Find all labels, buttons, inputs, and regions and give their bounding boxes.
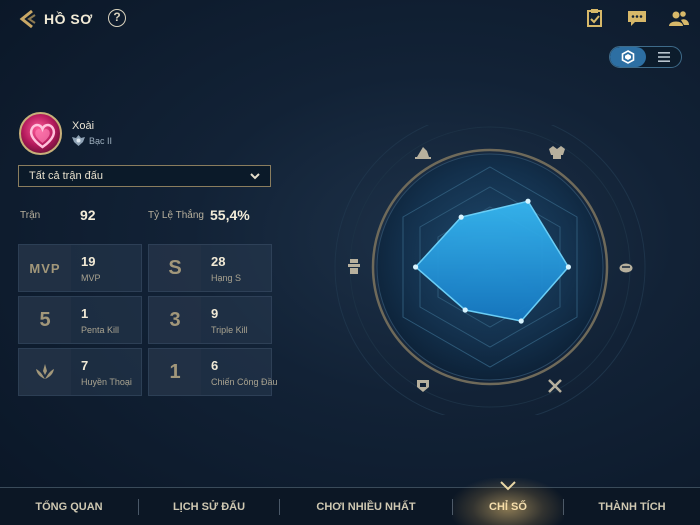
legendary-badge xyxy=(19,349,71,395)
tab-achievements[interactable]: THÀNH TÍCH xyxy=(564,488,700,525)
support-icon xyxy=(619,263,633,273)
hexagon-view-button[interactable] xyxy=(610,47,646,67)
list-view-button[interactable] xyxy=(646,47,681,67)
tile-label: Huyền Thoại xyxy=(81,377,132,387)
page-title: HỒ SƠ xyxy=(44,11,93,27)
stat-tile-legendary: 7 Huyền Thoại xyxy=(18,348,142,396)
tile-value: 1 xyxy=(81,306,89,321)
winrate-label: Tỷ Lệ Thắng xyxy=(148,210,204,221)
tile-label: MVP xyxy=(81,273,101,283)
tab-overview[interactable]: TỔNG QUAN xyxy=(0,488,138,525)
tile-value: 28 xyxy=(211,254,226,269)
tile-label: Chiến Công Đầu xyxy=(211,377,278,387)
tile-label: Triple Kill xyxy=(211,325,248,335)
radar-vertex-point xyxy=(565,264,571,270)
chevron-down-icon xyxy=(250,173,260,180)
s-rank-badge: S xyxy=(149,245,201,291)
player-rank: Bạc II xyxy=(72,135,112,146)
chat-icon[interactable] xyxy=(627,9,647,27)
checklist-icon[interactable] xyxy=(585,9,605,27)
list-view-icon xyxy=(658,52,670,62)
radar-vertex-point xyxy=(458,214,464,220)
matches-label: Trận xyxy=(20,210,41,221)
stats-radar-chart xyxy=(334,125,646,415)
radar-vertex-point xyxy=(518,318,524,324)
tile-value: 6 xyxy=(211,358,219,373)
radar-vertex-point xyxy=(525,198,531,204)
fighter-icon xyxy=(415,147,431,159)
radar-vertex-point xyxy=(413,264,419,270)
rank-emblem-icon xyxy=(72,135,85,146)
tab-stats[interactable]: CHỈ SỐ xyxy=(453,488,563,525)
tile-label: Penta Kill xyxy=(81,325,120,335)
tile-value: 7 xyxy=(81,358,89,373)
mvp-badge: MVP xyxy=(19,245,71,291)
player-name: Xoài xyxy=(72,120,95,132)
legendary-crest-icon xyxy=(36,364,54,379)
stat-tile-rank-s: S 28 Hạng S xyxy=(148,244,272,292)
tab-match-history[interactable]: LỊCH SỬ ĐẤU xyxy=(139,488,279,525)
magic-icon xyxy=(417,380,429,392)
build-icon xyxy=(548,379,562,393)
stat-tile-mvp: MVP 19 MVP xyxy=(18,244,142,292)
penta-kill-badge: 5 xyxy=(19,297,71,343)
matches-value: 92 xyxy=(80,207,96,223)
hexagon-view-icon xyxy=(621,50,635,64)
winrate-value: 55,4% xyxy=(210,207,250,223)
match-filter-dropdown[interactable]: Tất cả trận đấu xyxy=(18,165,271,187)
chevron-down-icon xyxy=(500,481,516,491)
triple-kill-badge: 3 xyxy=(149,297,201,343)
tank-icon xyxy=(549,146,565,159)
view-toggle[interactable] xyxy=(609,46,682,68)
top-bar: HỒ SƠ ? xyxy=(0,0,700,36)
friends-icon[interactable] xyxy=(669,9,689,27)
tab-most-played[interactable]: CHƠI NHIỀU NHẤT xyxy=(280,488,452,525)
stat-tile-first-blood: 1 6 Chiến Công Đầu xyxy=(148,348,278,396)
rank-label: Bạc II xyxy=(89,135,113,146)
avatar[interactable] xyxy=(19,112,62,155)
stat-tile-penta-kill: 5 1 Penta Kill xyxy=(18,296,142,344)
tile-value: 9 xyxy=(211,306,219,321)
back-arrow-icon[interactable] xyxy=(18,9,38,29)
bottom-tab-bar: TỔNG QUAN LỊCH SỬ ĐẤU CHƠI NHIỀU NHẤT CH… xyxy=(0,487,700,525)
tile-label: Hạng S xyxy=(211,273,242,283)
help-icon[interactable]: ? xyxy=(108,9,126,27)
dropdown-selected-value: Tất cả trận đấu xyxy=(29,170,103,182)
first-blood-badge: 1 xyxy=(149,349,201,395)
heart-icon xyxy=(29,123,56,149)
stat-tile-triple-kill: 3 9 Triple Kill xyxy=(148,296,272,344)
radar-vertex-point xyxy=(462,307,468,313)
tile-value: 19 xyxy=(81,254,96,269)
